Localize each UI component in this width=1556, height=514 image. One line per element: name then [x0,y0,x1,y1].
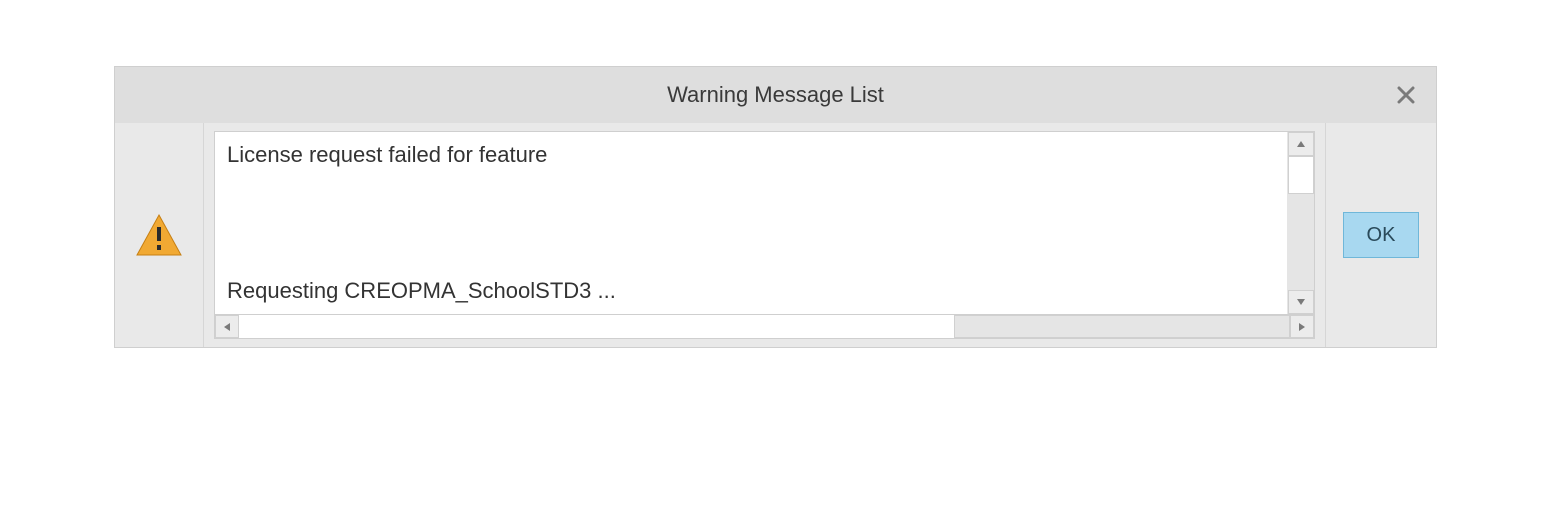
horizontal-scroll-thumb[interactable] [954,315,1290,338]
vertical-scroll-track[interactable] [1288,156,1314,290]
scroll-up-icon[interactable] [1288,132,1314,156]
ok-button[interactable]: OK [1343,212,1419,258]
dialog-titlebar: Warning Message List [115,67,1436,123]
message-line-2: Requesting CREOPMA_SchoolSTD3 ... [227,276,1275,306]
scroll-right-icon[interactable] [1290,315,1314,338]
vertical-scroll-thumb[interactable] [1288,156,1314,194]
horizontal-scrollbar[interactable] [214,315,1315,339]
button-column: OK [1325,123,1436,347]
close-icon[interactable] [1394,83,1418,107]
scroll-left-icon[interactable] [215,315,239,338]
warning-dialog: Warning Message List License request fai… [114,66,1437,348]
message-column: License request failed for feature Reque… [204,123,1325,347]
dialog-title: Warning Message List [667,82,884,108]
warning-icon [135,213,183,257]
horizontal-scroll-track[interactable] [239,315,1290,338]
message-text-area: License request failed for feature Reque… [215,132,1287,314]
scroll-down-icon[interactable] [1288,290,1314,314]
dialog-icon-column [115,123,204,347]
message-frame: License request failed for feature Reque… [214,131,1315,315]
vertical-scrollbar[interactable] [1287,132,1314,314]
dialog-body: License request failed for feature Reque… [115,123,1436,347]
message-line-1: License request failed for feature [227,140,1275,170]
